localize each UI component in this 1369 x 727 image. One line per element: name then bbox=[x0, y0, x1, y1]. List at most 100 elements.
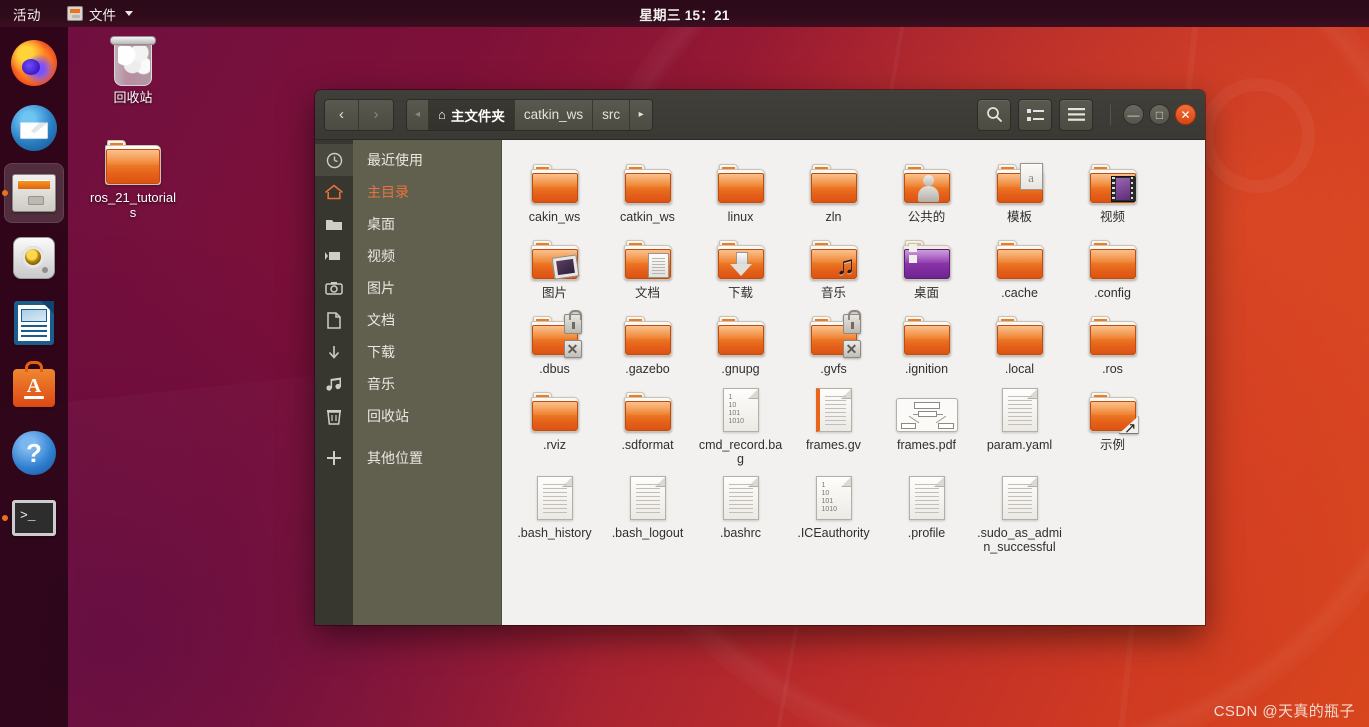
view-toggle-button[interactable] bbox=[1018, 98, 1052, 131]
back-button[interactable]: ‹ bbox=[325, 99, 359, 130]
desktop-window-overlay-glyph bbox=[908, 244, 918, 264]
file-item[interactable]: .cache bbox=[973, 226, 1066, 302]
dock-item-help[interactable] bbox=[4, 423, 64, 483]
file-manager-window: ‹ › ◂ ⌂ 主文件夹 catkin_ws src ▸ — □ ✕ 最近使用 … bbox=[315, 90, 1205, 625]
dock-item-firefox[interactable] bbox=[4, 33, 64, 93]
clock[interactable]: 星期三 15：21 bbox=[0, 4, 1369, 24]
sidebar-icon-other-locations[interactable] bbox=[315, 442, 353, 474]
file-item[interactable]: linux bbox=[694, 150, 787, 226]
sidebar-icon-downloads[interactable] bbox=[315, 336, 353, 368]
file-item[interactable]: .profile bbox=[880, 466, 973, 554]
search-button[interactable] bbox=[977, 98, 1011, 131]
file-item[interactable]: catkin_ws bbox=[601, 150, 694, 226]
sidebar-icon-recent[interactable] bbox=[315, 144, 353, 176]
file-item[interactable]: cakin_ws bbox=[508, 150, 601, 226]
sidebar-icon-trash[interactable] bbox=[315, 400, 353, 432]
sidebar-item-pictures[interactable]: 图片 bbox=[353, 272, 501, 304]
breadcrumb-item-home[interactable]: ⌂ 主文件夹 bbox=[429, 99, 515, 130]
file-item[interactable]: param.yaml bbox=[973, 378, 1066, 466]
minimize-button[interactable]: — bbox=[1123, 104, 1144, 125]
download-arrow-overlay-glyph bbox=[730, 252, 752, 276]
activities-button[interactable]: 活动 bbox=[13, 4, 41, 24]
sidebar-icon-desktop[interactable] bbox=[315, 208, 353, 240]
file-item[interactable]: .bash_logout bbox=[601, 466, 694, 554]
dock-item-files[interactable] bbox=[2, 163, 64, 223]
file-item[interactable]: 视频 bbox=[1066, 150, 1159, 226]
file-item[interactable]: 示例 bbox=[1066, 378, 1159, 466]
video-camera-icon bbox=[325, 252, 340, 260]
file-item[interactable]: 下载 bbox=[694, 226, 787, 302]
dock-item-libreoffice-writer[interactable] bbox=[4, 293, 64, 353]
sidebar-item-music[interactable]: 音乐 bbox=[353, 368, 501, 400]
sidebar-item-recent[interactable]: 最近使用 bbox=[353, 144, 501, 176]
file-item[interactable]: .ros bbox=[1066, 302, 1159, 378]
sidebar-icon-home[interactable] bbox=[315, 176, 353, 208]
file-icon-wrapper bbox=[601, 232, 694, 280]
file-item[interactable]: frames.pdf bbox=[880, 378, 973, 466]
file-item[interactable]: 图片 bbox=[508, 226, 601, 302]
file-item[interactable]: 文档 bbox=[601, 226, 694, 302]
desktop-icon-trash[interactable]: 回收站 bbox=[90, 34, 176, 105]
sidebar-item-trash[interactable]: 回收站 bbox=[353, 400, 501, 432]
sidebar-icon-pictures[interactable] bbox=[315, 272, 353, 304]
photo-overlay-glyph bbox=[551, 254, 579, 280]
file-item[interactable]: .ignition bbox=[880, 302, 973, 378]
file-item[interactable]: .local bbox=[973, 302, 1066, 378]
sidebar-item-downloads[interactable]: 下载 bbox=[353, 336, 501, 368]
maximize-button[interactable]: □ bbox=[1149, 104, 1170, 125]
file-item[interactable]: .bash_history bbox=[508, 466, 601, 554]
sidebar-item-other-locations[interactable]: 其他位置 bbox=[353, 442, 501, 474]
sidebar-item-desktop[interactable]: 桌面 bbox=[353, 208, 501, 240]
file-item[interactable]: 1 10 101 1010 cmd_record.bag bbox=[694, 378, 787, 466]
breadcrumb-item-catkin-ws[interactable]: catkin_ws bbox=[514, 99, 594, 130]
sidebar-item-videos[interactable]: 视频 bbox=[353, 240, 501, 272]
file-item[interactable]: .bashrc bbox=[694, 466, 787, 554]
file-item[interactable]: .sudo_as_admin_successful bbox=[973, 466, 1066, 554]
dock-item-ubuntu-software[interactable]: A bbox=[4, 358, 64, 418]
trash-contents-glyph bbox=[118, 46, 150, 76]
sidebar-icon-music[interactable] bbox=[315, 368, 353, 400]
folder-icon bbox=[530, 164, 579, 204]
file-item[interactable]: 公共的 bbox=[880, 150, 973, 226]
sidebar-icon-videos[interactable] bbox=[315, 240, 353, 272]
file-item[interactable]: .gnupg bbox=[694, 302, 787, 378]
file-name-label: .local bbox=[1004, 362, 1035, 376]
file-name-label: 模板 bbox=[1006, 210, 1032, 224]
file-item[interactable]: .rviz bbox=[508, 378, 601, 466]
list-view-icon bbox=[1026, 108, 1044, 121]
forward-button[interactable]: › bbox=[359, 99, 393, 130]
sidebar-item-home[interactable]: 主目录 bbox=[353, 176, 501, 208]
text-lines-glyph bbox=[635, 484, 660, 514]
dock-item-rhythmbox[interactable] bbox=[4, 228, 64, 288]
diagram-node bbox=[937, 423, 954, 429]
file-item[interactable]: zln bbox=[787, 150, 880, 226]
inaccessible-x-icon: ✕ bbox=[563, 340, 582, 358]
dock-item-terminal[interactable] bbox=[2, 488, 64, 548]
file-item[interactable]: 桌面 bbox=[880, 226, 973, 302]
close-button[interactable]: ✕ bbox=[1175, 104, 1196, 125]
file-item[interactable]: .sdformat bbox=[601, 378, 694, 466]
file-icon-wrapper: ✕ bbox=[508, 308, 601, 358]
file-item[interactable]: ✕ .dbus bbox=[508, 302, 601, 378]
breadcrumb-scroll-right-button[interactable]: ▸ bbox=[630, 99, 653, 130]
file-item[interactable]: .gazebo bbox=[601, 302, 694, 378]
app-menu-button[interactable]: 文件 bbox=[67, 4, 133, 24]
file-item[interactable]: frames.gv bbox=[787, 378, 880, 466]
sidebar-item-documents[interactable]: 文档 bbox=[353, 304, 501, 336]
file-item[interactable]: a 模板 bbox=[973, 150, 1066, 226]
file-item[interactable]: .config bbox=[1066, 226, 1159, 302]
sidebar-icon-documents[interactable] bbox=[315, 304, 353, 336]
document-icon bbox=[536, 476, 573, 520]
file-item[interactable]: ✕ .gvfs bbox=[787, 302, 880, 378]
breadcrumb-scroll-left-button[interactable]: ◂ bbox=[407, 99, 429, 130]
main-menu-button[interactable] bbox=[1059, 98, 1093, 131]
file-item[interactable]: ♫ 音乐 bbox=[787, 226, 880, 302]
breadcrumb: ◂ ⌂ 主文件夹 catkin_ws src ▸ bbox=[406, 98, 654, 131]
dock-item-thunderbird[interactable] bbox=[4, 98, 64, 158]
file-grid[interactable]: cakin_ws catkin_ws linux zln 公共的 a 模板 视频图片 文档 下载 ♫… bbox=[502, 140, 1205, 625]
folder-front-glyph bbox=[624, 401, 671, 431]
breadcrumb-item-src[interactable]: src bbox=[593, 99, 631, 130]
desktop-icon-ros-tutorials[interactable]: ros_21_tutorials bbox=[90, 140, 176, 220]
rhythmbox-icon bbox=[13, 237, 55, 279]
file-item[interactable]: 1 10 101 1010 .ICEauthority bbox=[787, 466, 880, 554]
